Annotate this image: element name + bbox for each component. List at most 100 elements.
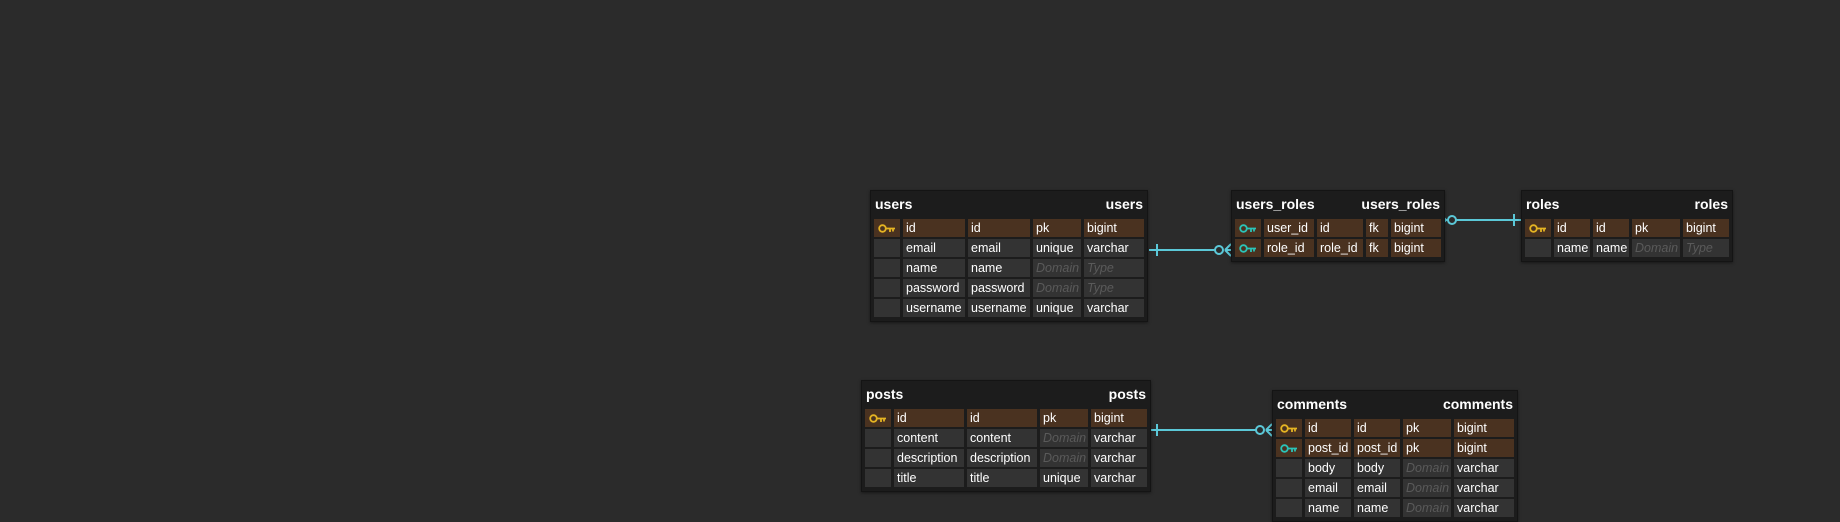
column-type: bigint	[1391, 239, 1441, 257]
entity-name: posts	[866, 386, 904, 402]
entity-comments[interactable]: comments comments id id pk bigint post_id post_…	[1272, 390, 1518, 522]
key-slot	[874, 239, 900, 257]
key-slot	[1276, 479, 1302, 497]
entity-header[interactable]: users users	[871, 191, 1147, 217]
entity-name: comments	[1277, 396, 1348, 412]
column-name: body	[1305, 459, 1351, 477]
column-row[interactable]: id id pk bigint	[1525, 219, 1729, 237]
column-row[interactable]: name name Domain Type	[874, 259, 1144, 277]
entity-header[interactable]: users_roles users_roles	[1232, 191, 1444, 217]
column-row[interactable]: title title unique varchar	[865, 469, 1147, 487]
column-row[interactable]: id id pk bigint	[865, 409, 1147, 427]
column-type: bigint	[1683, 219, 1729, 237]
column-domain: pk	[1403, 439, 1451, 457]
column-row[interactable]: user_id id fk bigint	[1235, 219, 1441, 237]
column-row[interactable]: role_id role_id fk bigint	[1235, 239, 1441, 257]
column-name: user_id	[1264, 219, 1314, 237]
foreign-key-icon	[1235, 239, 1261, 257]
relation-roles-users-roles[interactable]	[1439, 213, 1521, 227]
column-name: username	[903, 299, 965, 317]
column-row[interactable]: body body Domain varchar	[1276, 459, 1514, 477]
entity-table-label: roles	[1694, 196, 1728, 212]
column-domain: unique	[1040, 469, 1088, 487]
column-row[interactable]: name name Domain Type	[1525, 239, 1729, 257]
column-physical-name: username	[968, 299, 1030, 317]
column-domain: Domain	[1403, 479, 1451, 497]
column-domain: pk	[1033, 219, 1081, 237]
key-slot	[1276, 499, 1302, 517]
column-type: bigint	[1454, 419, 1514, 437]
column-domain: fk	[1366, 219, 1388, 237]
key-slot	[1525, 239, 1551, 257]
column-name: content	[894, 429, 964, 447]
column-physical-name: content	[967, 429, 1037, 447]
column-type: Type	[1084, 259, 1144, 277]
column-type: varchar	[1084, 299, 1144, 317]
column-name: id	[1305, 419, 1351, 437]
column-physical-name: email	[968, 239, 1030, 257]
foreign-key-icon	[1235, 219, 1261, 237]
column-physical-name: id	[1354, 419, 1400, 437]
column-domain: pk	[1403, 419, 1451, 437]
column-name: name	[1554, 239, 1590, 257]
column-type: bigint	[1454, 439, 1514, 457]
diagram-canvas[interactable]: users users id id pk bigint email email unique va…	[0, 0, 1840, 522]
entity-name: users	[875, 196, 913, 212]
entity-posts[interactable]: posts posts id id pk bigint content content Doma…	[861, 380, 1151, 492]
column-domain: pk	[1632, 219, 1680, 237]
column-row[interactable]: content content Domain varchar	[865, 429, 1147, 447]
column-type: varchar	[1454, 479, 1514, 497]
column-row[interactable]: password password Domain Type	[874, 279, 1144, 297]
entity-table-label: comments	[1442, 396, 1513, 412]
column-physical-name: post_id	[1354, 439, 1400, 457]
entity-table-label: users	[1105, 196, 1143, 212]
entity-header[interactable]: posts posts	[862, 381, 1150, 407]
column-physical-name: name	[968, 259, 1030, 277]
entity-header[interactable]: comments comments	[1273, 391, 1517, 417]
entity-header[interactable]: roles roles	[1522, 191, 1732, 217]
column-type: Type	[1683, 239, 1729, 257]
foreign-key-icon	[1276, 439, 1302, 457]
key-slot	[865, 449, 891, 467]
column-type: bigint	[1091, 409, 1147, 427]
column-name: role_id	[1264, 239, 1314, 257]
column-physical-name: id	[1593, 219, 1629, 237]
column-type: varchar	[1454, 459, 1514, 477]
column-type: bigint	[1084, 219, 1144, 237]
entity-users-roles[interactable]: users_roles users_roles user_id id fk bigint r…	[1231, 190, 1445, 262]
entity-table-label: users_roles	[1361, 196, 1440, 212]
key-slot	[865, 429, 891, 447]
column-domain: fk	[1366, 239, 1388, 257]
column-row[interactable]: name name Domain varchar	[1276, 499, 1514, 517]
column-domain: Domain	[1040, 449, 1088, 467]
column-row[interactable]: id id pk bigint	[1276, 419, 1514, 437]
column-physical-name: id	[1317, 219, 1363, 237]
column-domain: unique	[1033, 299, 1081, 317]
key-slot	[874, 259, 900, 277]
key-slot	[874, 299, 900, 317]
entity-users[interactable]: users users id id pk bigint email email unique va…	[870, 190, 1148, 322]
relation-users-users-roles[interactable]	[1149, 243, 1232, 257]
entity-name: users_roles	[1236, 196, 1315, 212]
column-physical-name: password	[968, 279, 1030, 297]
column-row[interactable]: username username unique varchar	[874, 299, 1144, 317]
column-row[interactable]: description description Domain varchar	[865, 449, 1147, 467]
column-row[interactable]: email email unique varchar	[874, 239, 1144, 257]
column-domain: Domain	[1033, 279, 1081, 297]
relation-posts-comments[interactable]	[1149, 423, 1273, 437]
column-row[interactable]: email email Domain varchar	[1276, 479, 1514, 497]
column-name: name	[1305, 499, 1351, 517]
column-row[interactable]: id id pk bigint	[874, 219, 1144, 237]
column-name: email	[1305, 479, 1351, 497]
entity-roles[interactable]: roles roles id id pk bigint name name Domain Type	[1521, 190, 1733, 262]
column-physical-name: body	[1354, 459, 1400, 477]
column-physical-name: name	[1593, 239, 1629, 257]
column-physical-name: title	[967, 469, 1037, 487]
column-name: name	[903, 259, 965, 277]
column-type: varchar	[1091, 429, 1147, 447]
key-slot	[865, 469, 891, 487]
column-type: bigint	[1391, 219, 1441, 237]
column-row[interactable]: post_id post_id pk bigint	[1276, 439, 1514, 457]
column-physical-name: description	[967, 449, 1037, 467]
column-type: varchar	[1091, 449, 1147, 467]
